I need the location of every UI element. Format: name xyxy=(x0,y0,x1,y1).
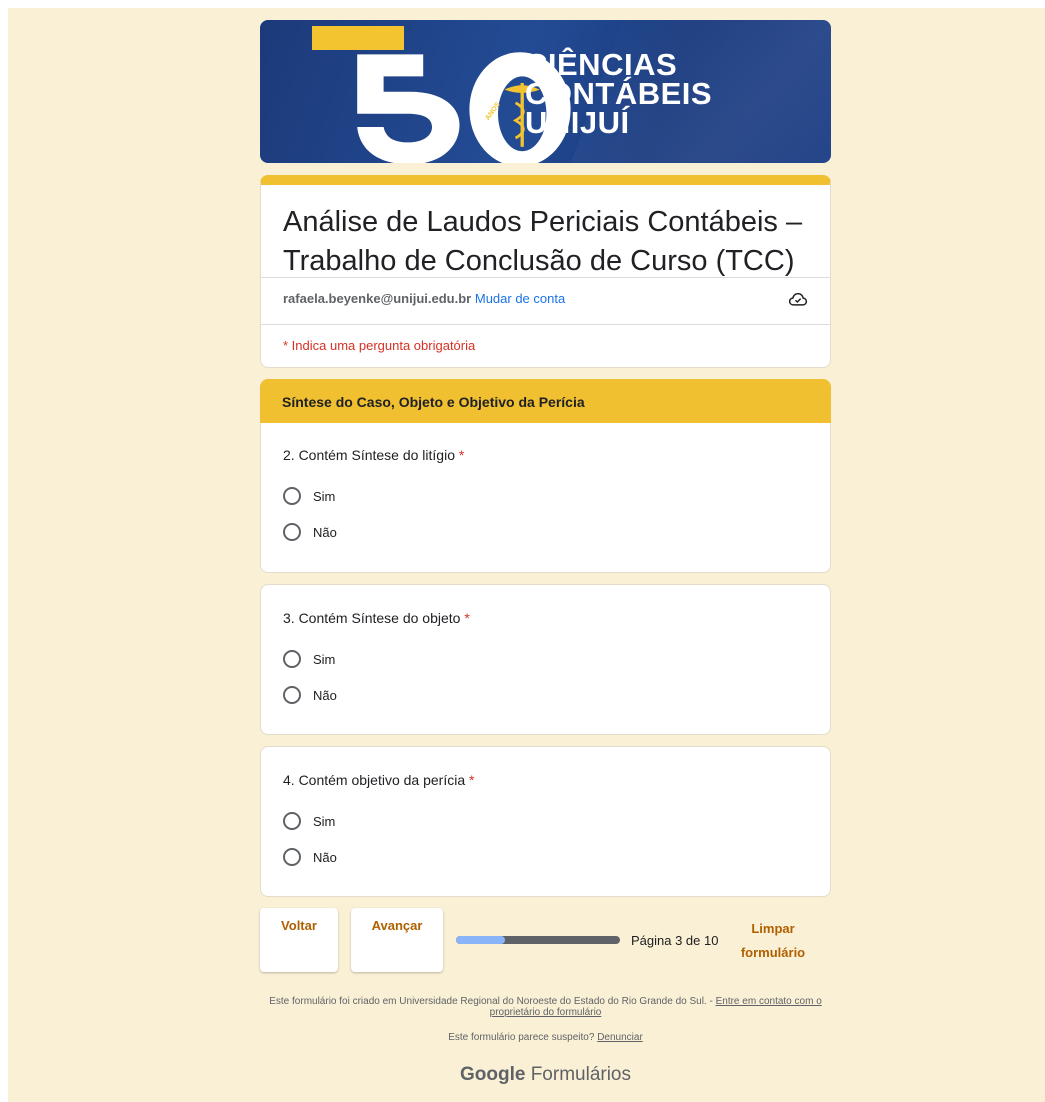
banner-line-1: CIÊNCIAS xyxy=(525,47,678,82)
clear-form-label-1: Limpar xyxy=(751,921,795,936)
question-title: 4. Contém objetivo da perícia * xyxy=(283,772,474,788)
header-banner: CIÊNCIAS CONTÁBEIS UNIJUÍ ANOS xyxy=(260,20,831,163)
question-title: 2. Contém Síntese do litígio * xyxy=(283,447,464,463)
back-button[interactable]: Voltar xyxy=(260,908,338,972)
banner-text: CIÊNCIAS CONTÁBEIS UNIJUÍ xyxy=(525,47,713,140)
brand-forms: Formulários xyxy=(530,1064,632,1085)
radio-button[interactable] xyxy=(283,686,301,704)
option-label: Sim xyxy=(313,813,336,829)
required-star: * xyxy=(469,772,475,788)
account-email: rafaela.beyenke@unijui.edu.br xyxy=(283,291,472,306)
footer-created-note: Este formulário foi criado em Universida… xyxy=(260,996,831,1018)
option-label: Sim xyxy=(313,651,336,667)
google-forms-logo: Google Formulários xyxy=(260,1064,831,1086)
option-label: Sim xyxy=(313,488,336,504)
radio-option-sim[interactable]: Sim xyxy=(283,649,335,669)
option-label: Não xyxy=(313,524,337,540)
radio-option-nao[interactable]: Não xyxy=(283,847,337,867)
radio-option-nao[interactable]: Não xyxy=(283,522,337,542)
radio-button[interactable] xyxy=(283,848,301,866)
required-star: * xyxy=(464,610,470,626)
radio-button[interactable] xyxy=(283,650,301,668)
banner-fifty-logo xyxy=(357,52,571,163)
banner-line-2: CONTÁBEIS xyxy=(525,76,713,111)
account-row: rafaela.beyenke@unijui.edu.br Mudar de c… xyxy=(283,291,565,306)
next-button[interactable]: Avançar xyxy=(351,908,443,972)
question-card: 2. Contém Síntese do litígio * Sim Não xyxy=(260,423,831,573)
required-note: * Indica uma pergunta obrigatória xyxy=(283,338,476,353)
banner-line-3: UNIJUÍ xyxy=(525,105,630,140)
footer-suspicious-text: Este formulário parece suspeito? xyxy=(448,1032,595,1043)
question-label: 3. Contém Síntese do objeto xyxy=(283,610,461,626)
radio-button[interactable] xyxy=(283,487,301,505)
cloud-saved-icon xyxy=(788,292,808,306)
option-label: Não xyxy=(313,849,337,865)
account-divider xyxy=(261,324,830,325)
question-label: 4. Contém objetivo da perícia xyxy=(283,772,466,788)
radio-option-nao[interactable]: Não xyxy=(283,685,337,705)
page-indicator: Página 3 de 10 xyxy=(631,933,719,948)
report-link[interactable]: Denunciar xyxy=(597,1032,643,1043)
clear-form-button[interactable]: Limpar formulário xyxy=(738,917,808,965)
radio-button[interactable] xyxy=(283,523,301,541)
form-title-card: Análise de Laudos Periciais Contábeis – … xyxy=(260,175,831,368)
option-label: Não xyxy=(313,687,337,703)
question-card: 4. Contém objetivo da perícia * Sim Não xyxy=(260,746,831,897)
switch-account-link[interactable]: Mudar de conta xyxy=(475,291,565,306)
radio-option-sim[interactable]: Sim xyxy=(283,486,335,506)
question-card: 3. Contém Síntese do objeto * Sim Não xyxy=(260,584,831,735)
required-star: * xyxy=(458,447,465,463)
progress-bar xyxy=(456,936,620,944)
question-title: 3. Contém Síntese do objeto * xyxy=(283,610,470,626)
footer-created-text: Este formulário foi criado em Universida… xyxy=(269,996,713,1007)
banner-yellow-bar xyxy=(312,26,404,50)
radio-option-sim[interactable]: Sim xyxy=(283,811,335,831)
brand-google: Google xyxy=(459,1064,526,1085)
clear-form-label-2: formulário xyxy=(740,945,806,960)
question-label: 2. Contém Síntese do litígio xyxy=(283,447,455,463)
section-title: Síntese do Caso, Objeto e Objetivo da Pe… xyxy=(282,394,585,410)
footer-report-note: Este formulário parece suspeito? Denunci… xyxy=(260,1032,831,1043)
title-divider xyxy=(261,277,830,278)
section-header: Síntese do Caso, Objeto e Objetivo da Pe… xyxy=(260,379,831,423)
form-title: Análise de Laudos Periciais Contábeis – … xyxy=(283,206,803,277)
progress-fill xyxy=(456,936,506,944)
radio-button[interactable] xyxy=(283,812,301,830)
